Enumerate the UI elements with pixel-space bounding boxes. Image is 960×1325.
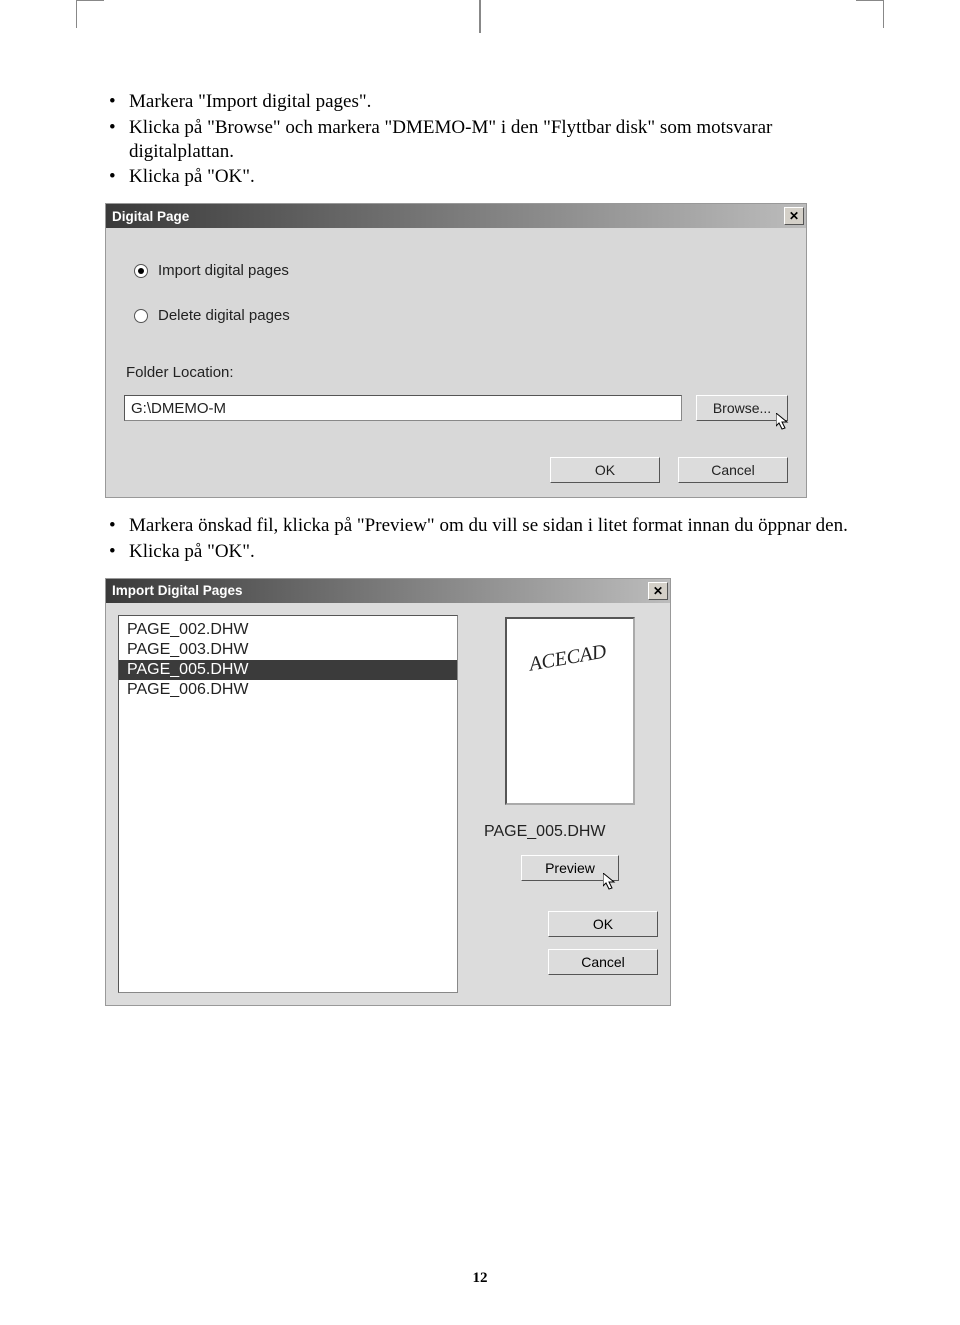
dialog-title: Import Digital Pages bbox=[112, 583, 243, 598]
dialog-title: Digital Page bbox=[112, 209, 189, 224]
preview-content: ACECAD bbox=[528, 640, 609, 676]
file-listbox[interactable]: PAGE_002.DHW PAGE_003.DHW PAGE_005.DHW P… bbox=[118, 615, 458, 993]
radio-icon bbox=[134, 309, 148, 323]
browse-button[interactable]: Browse... bbox=[696, 395, 788, 421]
radio-icon bbox=[134, 264, 148, 278]
import-digital-pages-dialog: Import Digital Pages ✕ PAGE_002.DHW PAGE… bbox=[105, 578, 671, 1006]
instruction-item: Klicka på "OK". bbox=[105, 540, 865, 564]
list-item[interactable]: PAGE_006.DHW bbox=[119, 680, 457, 700]
list-item[interactable]: PAGE_003.DHW bbox=[119, 640, 457, 660]
list-item[interactable]: PAGE_002.DHW bbox=[119, 620, 457, 640]
import-radio-row[interactable]: Import digital pages bbox=[134, 262, 788, 279]
ok-button[interactable]: OK bbox=[548, 911, 658, 937]
instruction-item: Klicka på "Browse" och markera "DMEMO-M"… bbox=[105, 116, 865, 164]
radio-label: Import digital pages bbox=[158, 262, 289, 279]
folder-location-label: Folder Location: bbox=[126, 364, 788, 381]
instruction-item: Markera "Import digital pages". bbox=[105, 90, 865, 114]
cancel-button[interactable]: Cancel bbox=[548, 949, 658, 975]
digital-page-dialog: Digital Page ✕ Import digital pages Dele… bbox=[105, 203, 807, 498]
preview-pane: ACECAD bbox=[505, 617, 635, 805]
dialog-titlebar: Digital Page ✕ bbox=[106, 204, 806, 228]
delete-radio-row[interactable]: Delete digital pages bbox=[134, 307, 788, 324]
instruction-item: Klicka på "OK". bbox=[105, 165, 865, 189]
instructions-list-1: Markera "Import digital pages". Klicka p… bbox=[105, 90, 865, 189]
cursor-icon bbox=[776, 413, 794, 431]
close-button[interactable]: ✕ bbox=[784, 207, 804, 225]
dialog-titlebar: Import Digital Pages ✕ bbox=[106, 579, 670, 603]
close-icon: ✕ bbox=[653, 584, 663, 598]
cancel-button[interactable]: Cancel bbox=[678, 457, 788, 483]
close-icon: ✕ bbox=[789, 209, 799, 223]
selected-filename-label: PAGE_005.DHW bbox=[484, 823, 606, 841]
radio-label: Delete digital pages bbox=[158, 307, 290, 324]
folder-path-value: G:\DMEMO-M bbox=[131, 400, 226, 417]
close-button[interactable]: ✕ bbox=[648, 582, 668, 600]
list-item[interactable]: PAGE_005.DHW bbox=[119, 660, 457, 680]
page-number: 12 bbox=[473, 1270, 488, 1287]
instruction-item: Markera önskad fil, klicka på "Preview" … bbox=[105, 514, 865, 538]
instructions-list-2: Markera önskad fil, klicka på "Preview" … bbox=[105, 514, 865, 564]
folder-path-input[interactable]: G:\DMEMO-M bbox=[124, 395, 682, 421]
cursor-icon bbox=[603, 873, 621, 891]
ok-button[interactable]: OK bbox=[550, 457, 660, 483]
